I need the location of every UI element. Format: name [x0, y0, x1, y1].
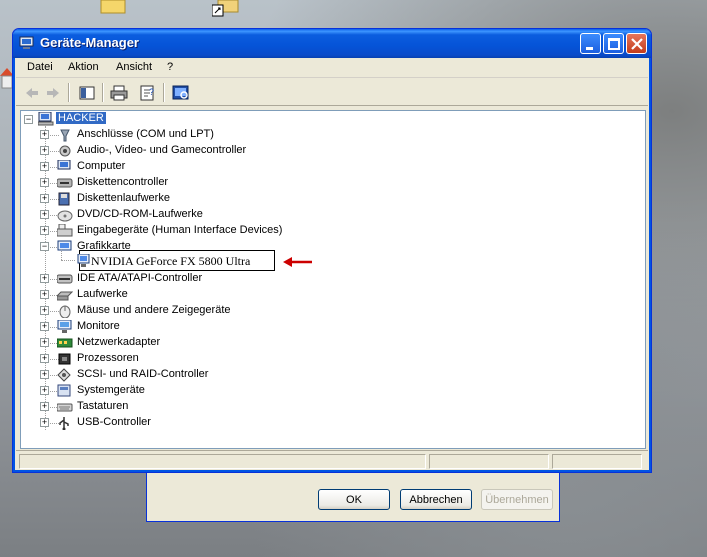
ok-button[interactable]: OK [318, 489, 390, 510]
floppy-controller-icon [56, 176, 73, 190]
scan-hardware-icon[interactable] [171, 83, 191, 103]
floppy-drive-icon [57, 192, 73, 206]
toolbar-separator [68, 83, 70, 102]
cancel-button[interactable]: Abbrechen [400, 489, 472, 510]
selected-device-label[interactable]: NVIDIA GeForce FX 5800 Ultra [91, 254, 250, 269]
expand-toggle-dvd-cd-rom-laufwerke[interactable]: + [40, 210, 49, 219]
tree-item-scsi-und-raid-controller[interactable]: SCSI- und RAID-Controller [77, 368, 208, 380]
minimize-button[interactable] [580, 33, 601, 54]
menu-aktion[interactable]: Aktion [66, 61, 101, 73]
expand-toggle-prozessoren[interactable]: + [40, 354, 49, 363]
maximize-button[interactable] [603, 33, 624, 54]
status-bar [16, 450, 648, 470]
root-computer-name[interactable]: HACKER [56, 112, 106, 124]
audio-icon [57, 144, 73, 158]
system-device-icon [57, 384, 73, 398]
expand-toggle-diskettenlaufwerke[interactable]: + [40, 194, 49, 203]
scsi-icon [57, 368, 73, 382]
tree-item-laufwerke[interactable]: Laufwerke [77, 288, 128, 300]
expand-toggle-laufwerke[interactable]: + [40, 290, 49, 299]
computer-icon [37, 111, 54, 126]
tree-item-eingabegeräte-human-interface-devices[interactable]: Eingabegeräte (Human Interface Devices) [77, 224, 282, 236]
show-hide-tree-icon[interactable] [77, 83, 97, 103]
expand-toggle-usb-controller[interactable]: + [40, 418, 49, 427]
port-icon [57, 128, 73, 142]
tree-item-audio-video-und-gamecontroller[interactable]: Audio-, Video- und Gamecontroller [77, 144, 246, 156]
desktop-icon-folder[interactable] [100, 0, 126, 17]
expand-toggle-monitore[interactable]: + [40, 322, 49, 331]
tree-item-usb-controller[interactable]: USB-Controller [77, 416, 151, 428]
annotation-arrow-icon [283, 257, 312, 267]
status-pane-secondary [429, 454, 549, 469]
usb-icon [57, 416, 73, 431]
svg-text:?: ? [149, 87, 154, 97]
title-bar[interactable]: Geräte-Manager [13, 29, 651, 58]
tree-item-dvd-cd-rom-laufwerke[interactable]: DVD/CD-ROM-Laufwerke [77, 208, 203, 220]
tree-item-anschlüsse-com-und-lpt[interactable]: Anschlüsse (COM und LPT) [77, 128, 214, 140]
processor-icon [57, 352, 73, 366]
device-manager-icon [19, 35, 35, 54]
menu-help[interactable]: ? [165, 61, 175, 73]
expand-toggle-diskettencontroller[interactable]: + [40, 178, 49, 187]
tree-item-systemgeräte[interactable]: Systemgeräte [77, 384, 145, 396]
disk-drive-icon [55, 288, 74, 302]
device-tree[interactable]: − HACKER + Anschlüsse (COM und LPT) + Audio… [20, 110, 646, 449]
display-adapter-icon [57, 240, 73, 254]
keyboard-icon [56, 400, 73, 414]
ide-icon [56, 272, 73, 286]
toolbar: ? [16, 79, 648, 106]
computer-icon [57, 159, 73, 174]
expand-toggle-audio-video-und-gamecontroller[interactable]: + [40, 146, 49, 155]
forward-arrow-icon[interactable] [43, 83, 63, 103]
menu-ansicht[interactable]: Ansicht [114, 61, 154, 73]
toolbar-separator [102, 83, 104, 102]
menu-bar: Datei Aktion Ansicht ? [16, 58, 648, 78]
expand-toggle-netzwerkadapter[interactable]: + [40, 338, 49, 347]
tree-item-ide-ata-atapi-controller[interactable]: IDE ATA/ATAPI-Controller [77, 272, 202, 284]
close-button[interactable] [626, 33, 647, 54]
tree-item-diskettenlaufwerke[interactable]: Diskettenlaufwerke [77, 192, 170, 204]
device-manager-window: Geräte-Manager Datei Aktion Ansicht ? ? … [12, 28, 652, 473]
tree-item-monitore[interactable]: Monitore [77, 320, 120, 332]
properties-icon[interactable]: ? [138, 83, 158, 103]
monitor-icon [57, 319, 73, 334]
collapse-toggle-grafikkarte[interactable]: − [40, 242, 49, 251]
network-adapter-icon [56, 336, 73, 350]
tree-item-tastaturen[interactable]: Tastaturen [77, 400, 128, 412]
tree-item-computer[interactable]: Computer [77, 160, 125, 172]
back-arrow-icon[interactable] [22, 83, 42, 103]
mouse-icon [57, 304, 73, 319]
expand-toggle-tastaturen[interactable]: + [40, 402, 49, 411]
tree-item-diskettencontroller[interactable]: Diskettencontroller [77, 176, 168, 188]
tree-item-netzwerkadapter[interactable]: Netzwerkadapter [77, 336, 160, 348]
window-title: Geräte-Manager [40, 35, 139, 50]
tree-item-mäuse-und-andere-zeigegeräte[interactable]: Mäuse und andere Zeigegeräte [77, 304, 231, 316]
expand-toggle-systemgeräte[interactable]: + [40, 386, 49, 395]
expand-toggle-ide-ata-atapi-controller[interactable]: + [40, 274, 49, 283]
cdrom-icon [57, 208, 73, 222]
desktop-shortcut-icon[interactable] [211, 0, 240, 21]
hid-icon [56, 223, 73, 238]
expand-toggle-anschlüsse-com-und-lpt[interactable]: + [40, 130, 49, 139]
expand-toggle-scsi-und-raid-controller[interactable]: + [40, 370, 49, 379]
tree-item-prozessoren[interactable]: Prozessoren [77, 352, 139, 364]
expand-toggle-eingabegeräte-human-interface-devices[interactable]: + [40, 226, 49, 235]
apply-button: Übernehmen [481, 489, 553, 510]
tree-connector [61, 249, 62, 260]
menu-datei[interactable]: Datei [25, 61, 55, 73]
expand-toggle-computer[interactable]: + [40, 162, 49, 171]
status-pane-tertiary [552, 454, 642, 469]
root-collapse-toggle[interactable]: − [24, 115, 33, 124]
expand-toggle-mäuse-und-andere-zeigegeräte[interactable]: + [40, 306, 49, 315]
toolbar-separator [163, 83, 165, 102]
status-pane-main [19, 454, 426, 469]
display-adapter-icon [76, 253, 92, 268]
tree-connector [61, 260, 75, 261]
print-icon[interactable] [109, 83, 129, 103]
